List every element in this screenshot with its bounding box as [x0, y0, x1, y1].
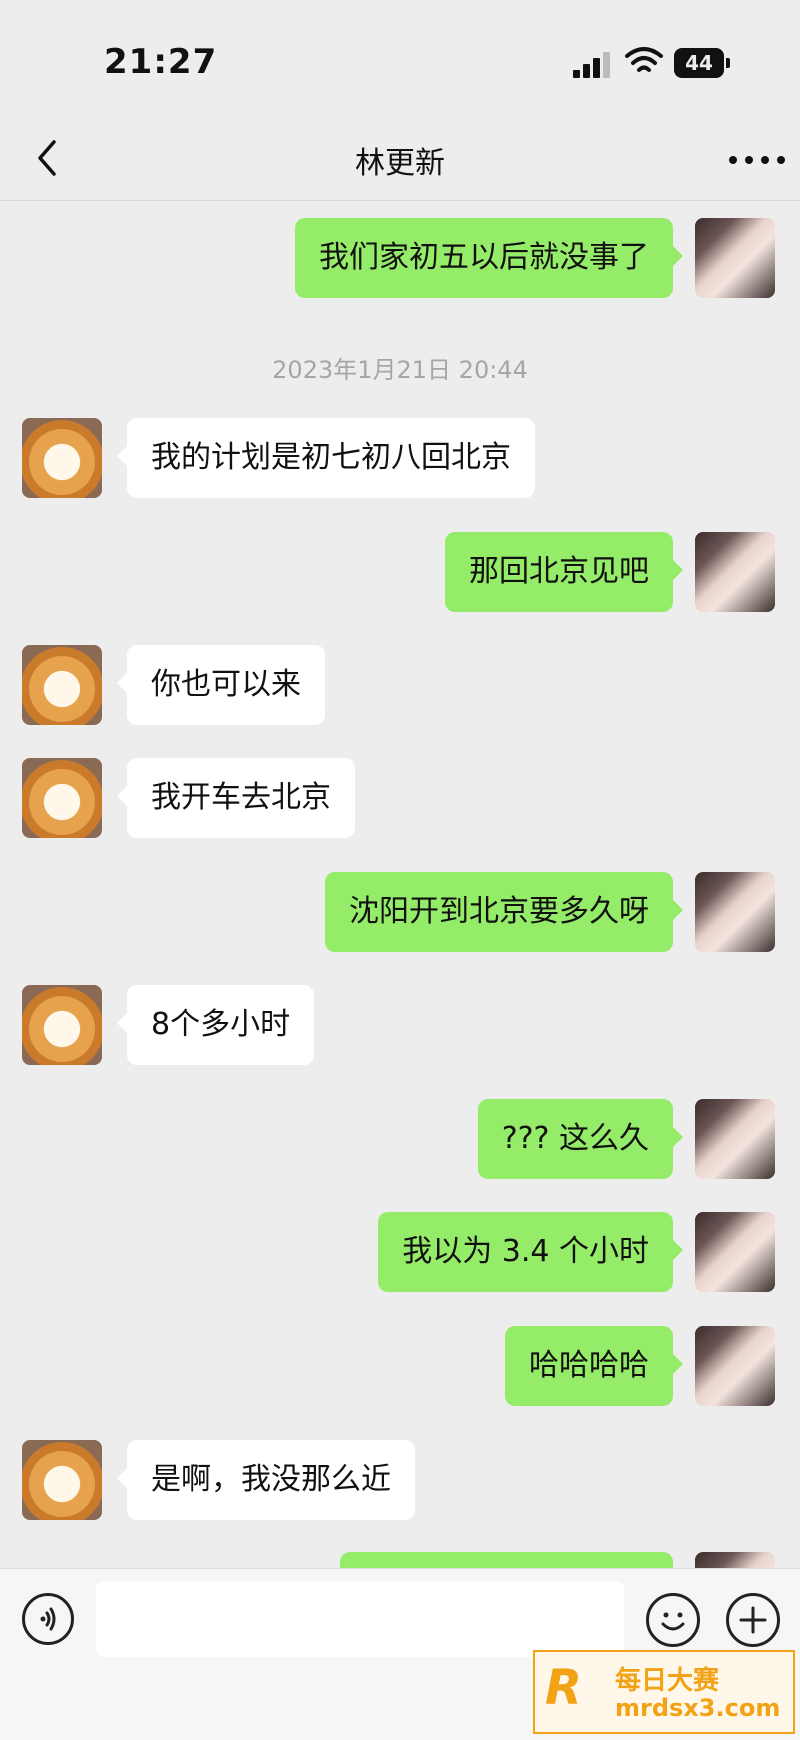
message-timestamp: 2023年1月21日 20:44: [272, 356, 528, 384]
message-bubble-in[interactable]: 是啊，我没那么近: [117, 1440, 415, 1520]
my-avatar[interactable]: [695, 1552, 775, 1568]
message-bubble-out[interactable]: ??? 这么久: [477, 1099, 684, 1179]
plus-button[interactable]: [726, 1593, 780, 1647]
message-bubble-out[interactable]: 哈哈哈哈: [505, 1326, 683, 1406]
message-row: 我们家初五以后就没事了: [0, 218, 800, 298]
message-row: 是啊，我没那么近: [0, 1440, 800, 1520]
message-bubble-out[interactable]: [340, 1552, 673, 1568]
message-bubble-out[interactable]: 那回北京见吧: [445, 532, 683, 612]
contact-avatar[interactable]: [22, 985, 102, 1065]
message-bubble-in[interactable]: 你也可以来: [117, 645, 325, 725]
watermark-line2: mrdsx3.com: [615, 1694, 781, 1722]
message-bubble-out[interactable]: 我们家初五以后就没事了: [295, 218, 683, 298]
message-row: 那回北京见吧: [0, 532, 800, 612]
message-row: 我开车去北京: [0, 758, 800, 838]
message-bubble-in[interactable]: 8个多小时: [116, 985, 315, 1065]
message-row: 我的计划是初七初八回北京: [0, 418, 800, 498]
signal-icon: [573, 52, 610, 78]
chat-title: 林更新: [355, 146, 445, 181]
message-bubble-out[interactable]: 沈阳开到北京要多久呀: [325, 872, 683, 952]
voice-button[interactable]: [22, 1593, 74, 1645]
message-bubble-out[interactable]: 我以为 3.4 个小时: [378, 1212, 683, 1292]
contact-avatar[interactable]: [22, 418, 102, 498]
my-avatar[interactable]: [695, 872, 775, 952]
message-bubble-in[interactable]: 我的计划是初七初八回北京: [117, 418, 535, 498]
my-avatar[interactable]: [695, 218, 775, 298]
status-bar: 21:27 44: [0, 0, 800, 120]
message-row: 你也可以来: [0, 645, 800, 725]
message-row: 哈哈哈哈: [0, 1326, 800, 1406]
my-avatar[interactable]: [695, 1326, 775, 1406]
message-bubble-in[interactable]: 我开车去北京: [117, 758, 355, 838]
watermark-r: R: [545, 1660, 582, 1716]
watermark-line1: 每日大赛: [615, 1666, 720, 1696]
contact-avatar[interactable]: [22, 1440, 102, 1520]
emoji-icon: [661, 1612, 685, 1631]
battery-tip: [726, 58, 730, 68]
message-row: 我以为 3.4 个小时: [0, 1212, 800, 1292]
status-time: 21:27: [104, 42, 218, 82]
chat-header: 林更新: [0, 120, 800, 201]
contact-avatar[interactable]: [22, 758, 102, 838]
my-avatar[interactable]: [695, 532, 775, 612]
message-input[interactable]: [96, 1581, 624, 1657]
watermark-logo: R 每日大赛 mrdsx3.com: [533, 1650, 795, 1734]
plus-icon: [739, 1606, 767, 1634]
message-row: ??? 这么久: [0, 1099, 800, 1179]
message-row: 沈阳开到北京要多久呀: [0, 872, 800, 952]
my-avatar[interactable]: [695, 1212, 775, 1292]
contact-avatar[interactable]: [22, 645, 102, 725]
voice-icon: [40, 1607, 56, 1631]
wifi-icon: [625, 47, 663, 72]
message-row-partial: [0, 1552, 800, 1568]
message-row: 8个多小时: [0, 985, 800, 1065]
more-icon[interactable]: [725, 148, 785, 172]
battery-icon: 44: [674, 48, 724, 78]
my-avatar[interactable]: [695, 1099, 775, 1179]
emoji-button[interactable]: [646, 1593, 700, 1647]
